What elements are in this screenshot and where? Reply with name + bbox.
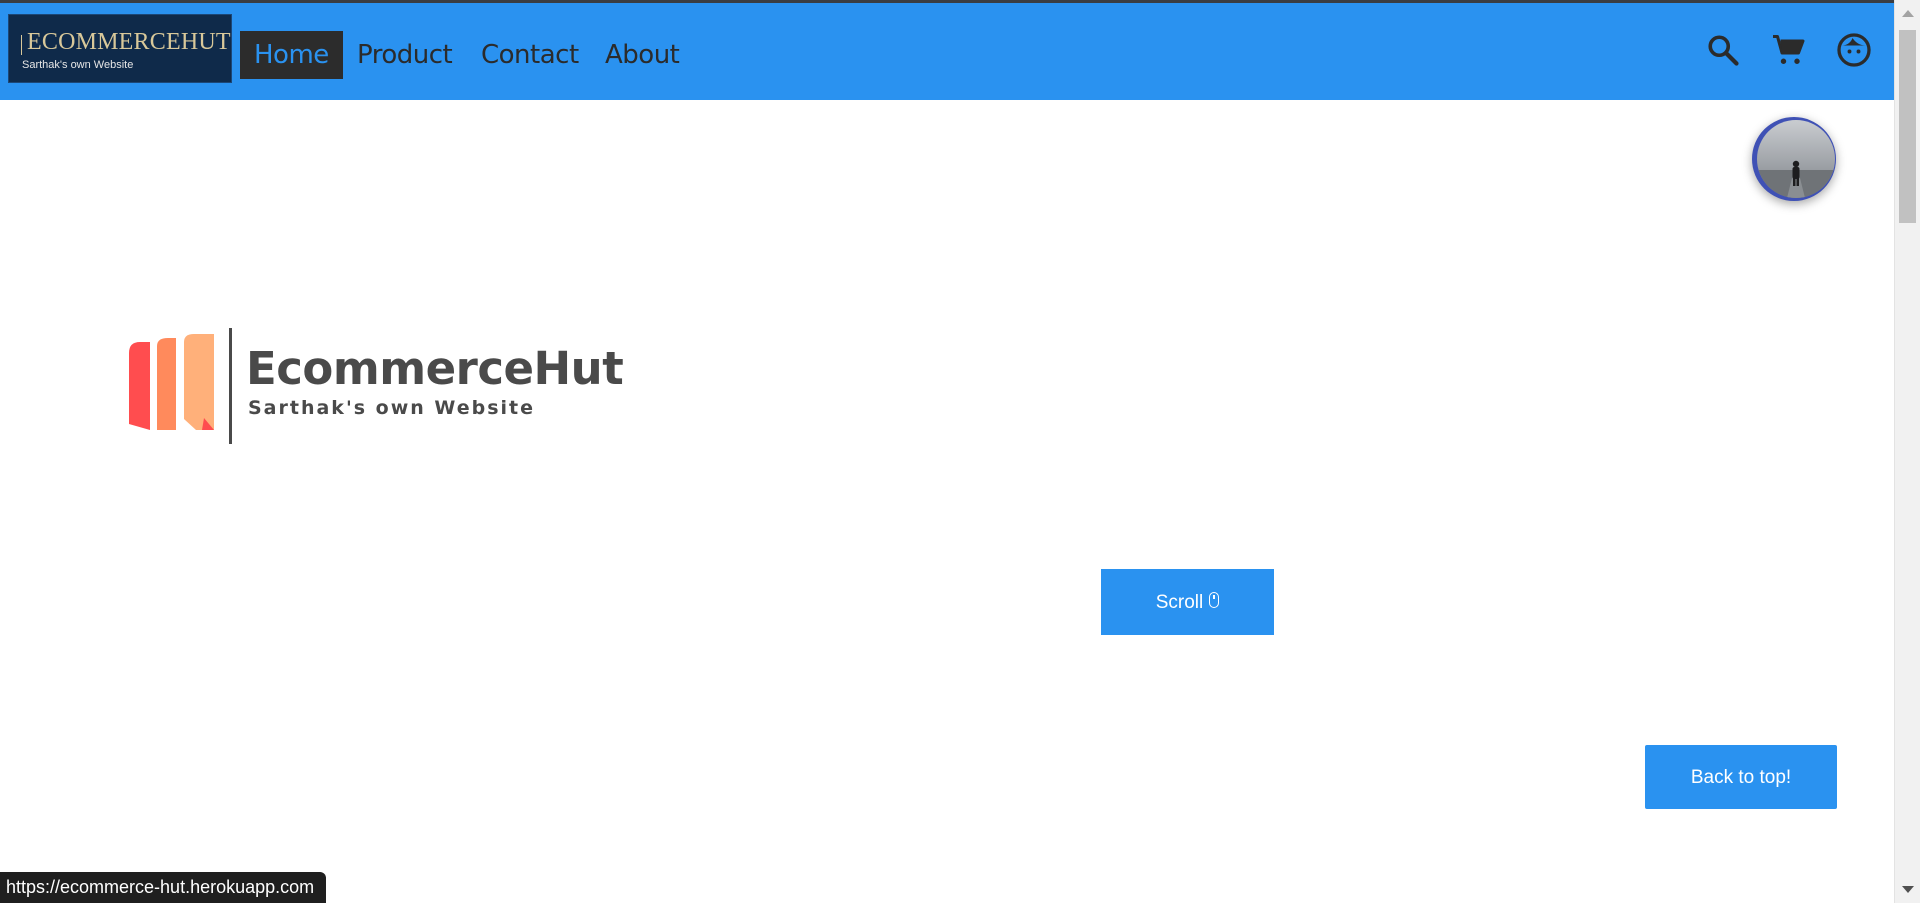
browser-viewport: ECOMMERCEHUT Sarthak's own Website Home … [0,0,1920,903]
scroll-button[interactable]: Scroll [1101,569,1274,635]
navbar-logo[interactable]: ECOMMERCEHUT Sarthak's own Website [8,14,232,83]
navbar-logo-subtitle: Sarthak's own Website [22,59,134,71]
hero-title: EcommerceHut [246,342,624,395]
status-bar-url: https://ecommerce-hut.herokuapp.com [0,872,327,903]
nav-link-about[interactable]: About [591,31,693,79]
cart-icon[interactable] [1770,32,1806,68]
back-to-top-button[interactable]: Back to top! [1645,745,1837,809]
hero-logo-mark [129,326,233,442]
navbar-logo-title: ECOMMERCEHUT [27,29,231,55]
nav-link-product[interactable]: Product [343,31,466,79]
nav-link-home[interactable]: Home [240,31,343,79]
mouse-icon [1209,591,1220,608]
scroll-button-label: Scroll [1155,592,1204,613]
hero-logo-divider [229,328,232,444]
scrollbar-thumb[interactable] [1899,30,1916,223]
search-icon[interactable] [1705,32,1741,68]
vertical-scrollbar[interactable] [1894,0,1920,903]
nav-link-contact[interactable]: Contact [467,31,593,79]
hero-subtitle: Sarthak's own Website [248,397,535,419]
scroll-down-arrow-icon[interactable] [1902,886,1914,893]
avatar-photo [1757,120,1835,198]
scroll-up-arrow-icon[interactable] [1902,10,1914,17]
navbar: ECOMMERCEHUT Sarthak's own Website Home … [0,3,1894,100]
face-icon[interactable] [1836,32,1872,68]
user-avatar[interactable] [1752,117,1836,201]
